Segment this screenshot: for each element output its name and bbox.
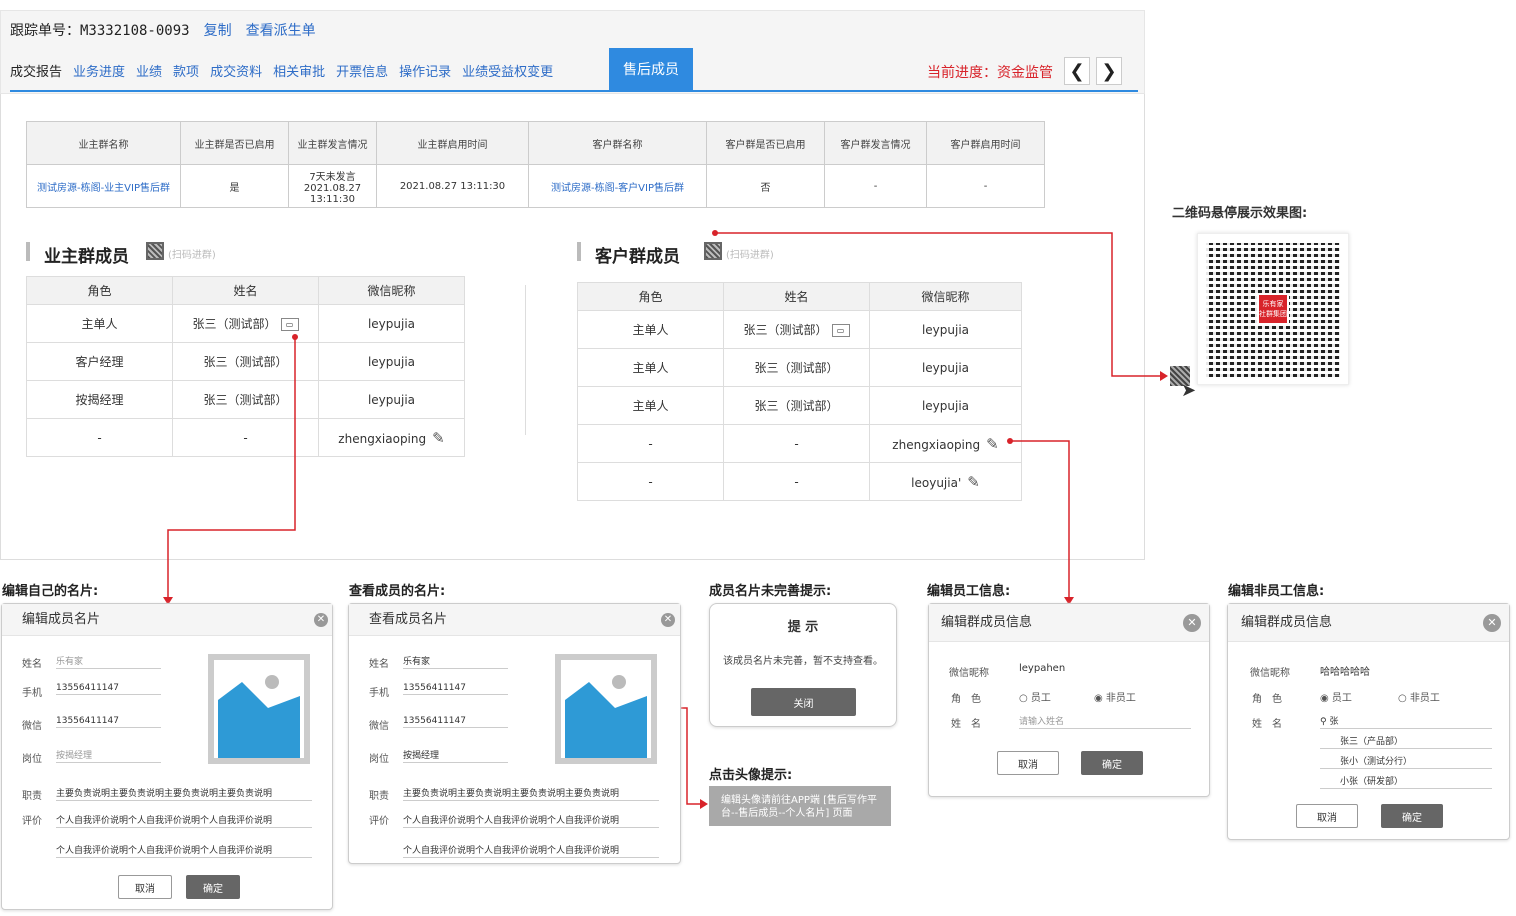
wechat-nick-value: 哈哈哈哈哈 <box>1320 667 1370 678</box>
dialog-title: 编辑群成员信息 <box>1228 604 1509 642</box>
arrow-head <box>700 799 708 809</box>
edit-nonstaff-dialog: 编辑群成员信息 ✕ 微信昵称 哈哈哈哈哈 角 色 ◉ 员工 ○ 非员工 姓 名 … <box>1227 603 1510 840</box>
radio-nonstaff-label: 非员工 <box>1105 693 1136 704</box>
eval-field-line2[interactable]: 个人自我评价说明个人自我评价说明个人自我评价说明 <box>56 843 312 858</box>
edit-card-dialog: 编辑成员名片 ✕ 姓名 乐有家 手机 13556411147 微信 135564… <box>1 603 333 910</box>
cancel-button[interactable]: 取消 <box>118 875 172 899</box>
name-search-input[interactable]: ⚲ 张 <box>1320 714 1492 729</box>
caption-view-member: 查看成员的名片: <box>349 584 446 599</box>
duty-field[interactable]: 主要负责说明主要负责说明主要负责说明主要负责说明 <box>56 786 312 801</box>
confirm-button[interactable]: 确定 <box>1381 804 1443 828</box>
arrow-dot <box>292 334 298 340</box>
edit-staff-dialog: 编辑群成员信息 ✕ 微信昵称 leypahen 角 色 ○ 员工 ◉ 非员工 姓… <box>928 603 1210 797</box>
duty-value: 主要负责说明主要负责说明主要负责说明主要负责说明 <box>403 786 659 801</box>
arrow-edit-own <box>167 337 296 598</box>
position-value: 按揭经理 <box>403 748 508 763</box>
name-input[interactable]: 请输入姓名 <box>1019 714 1191 729</box>
arrow-dot <box>1007 438 1013 444</box>
radio-staff[interactable]: ○ 员工 <box>1019 689 1051 704</box>
radio-staff-label: 员工 <box>1030 693 1051 704</box>
radio-staff[interactable]: ◉ 员工 <box>1320 689 1352 704</box>
prompt-title: 提 示 <box>787 620 819 635</box>
caption-edit-own: 编辑自己的名片: <box>2 584 99 599</box>
wechat-value: 13556411147 <box>403 716 508 728</box>
arrow-edit-staff <box>1010 440 1070 598</box>
radio-nonstaff[interactable]: ○ 非员工 <box>1398 689 1440 704</box>
arrow-head <box>1160 371 1168 381</box>
close-icon[interactable]: ✕ <box>314 613 328 627</box>
prompt-message: 该成员名片未完善，暂不支持查看。 <box>723 656 883 667</box>
position-field[interactable]: 按揭经理 <box>56 748 161 763</box>
avatar-image[interactable] <box>208 654 310 764</box>
position-label: 岗位 <box>369 754 389 765</box>
wechat-field[interactable]: 13556411147 <box>56 716 161 728</box>
search-query: 张 <box>1329 717 1339 727</box>
close-icon[interactable]: ✕ <box>1183 614 1201 632</box>
avatar-image[interactable] <box>555 654 657 764</box>
view-card-dialog: 查看成员名片 ✕ 姓名 乐有家 手机 13556411147 微信 135564… <box>348 603 681 864</box>
arrow-dot <box>712 230 718 236</box>
search-icon: ⚲ <box>1320 717 1327 727</box>
dialog-title: 编辑群成员信息 <box>929 604 1209 642</box>
radio-nonstaff[interactable]: ◉ 非员工 <box>1094 689 1136 704</box>
caption-edit-staff: 编辑员工信息: <box>927 584 1011 599</box>
duty-label: 职责 <box>369 791 389 802</box>
caption-edit-nonstaff: 编辑非员工信息: <box>1228 584 1325 599</box>
phone-value: 13556411147 <box>403 683 508 695</box>
wechat-label: 微信 <box>22 721 42 732</box>
eval-label: 评价 <box>369 816 389 827</box>
name-value: 乐有家 <box>403 654 508 669</box>
suggestion-item[interactable]: 小张（研发部） <box>1320 774 1492 789</box>
phone-label: 手机 <box>22 688 42 699</box>
name-label: 姓名 <box>22 659 42 670</box>
role-label: 角 色 <box>951 694 981 705</box>
cancel-button[interactable]: 取消 <box>1296 804 1358 828</box>
radio-staff-label: 员工 <box>1331 693 1352 704</box>
close-icon[interactable]: ✕ <box>1483 614 1501 632</box>
incomplete-prompt-dialog: 提 示 该成员名片未完善，暂不支持查看。 关闭 <box>709 603 897 727</box>
caption-incomplete: 成员名片未完善提示: <box>709 584 832 599</box>
avatar-tooltip: 编辑头像请前往APP端 [售后写作平台--售后成员--个人名片] 页面 <box>709 786 891 826</box>
dialog-title: 查看成员名片 <box>349 604 680 636</box>
phone-field[interactable]: 13556411147 <box>56 683 161 695</box>
name-label: 姓 名 <box>951 719 981 730</box>
confirm-button[interactable]: 确定 <box>1081 751 1143 775</box>
cancel-button[interactable]: 取消 <box>997 751 1059 775</box>
position-label: 岗位 <box>22 754 42 765</box>
eval-value: 个人自我评价说明个人自我评价说明个人自我评价说明 <box>403 813 659 828</box>
eval-label: 评价 <box>22 816 42 827</box>
arrow-qr <box>715 232 1162 377</box>
close-icon[interactable]: ✕ <box>661 613 675 627</box>
name-label: 姓名 <box>369 659 389 670</box>
role-label: 角 色 <box>1252 694 1282 705</box>
wechat-nick-label: 微信昵称 <box>1250 668 1290 679</box>
suggestion-item[interactable]: 张小（测试分行） <box>1320 754 1492 769</box>
wechat-nick-value: leypahen <box>1019 663 1066 674</box>
wechat-nick-label: 微信昵称 <box>949 668 989 679</box>
dialog-title: 编辑成员名片 <box>2 604 332 636</box>
name-label: 姓 名 <box>1252 719 1282 730</box>
caption-avatar: 点击头像提示: <box>709 768 793 783</box>
eval-field[interactable]: 个人自我评价说明个人自我评价说明个人自我评价说明 <box>56 813 312 828</box>
duty-label: 职责 <box>22 791 42 802</box>
confirm-button[interactable]: 确定 <box>186 875 240 899</box>
close-button[interactable]: 关闭 <box>751 688 856 716</box>
name-field[interactable]: 乐有家 <box>56 654 161 669</box>
wechat-label: 微信 <box>369 721 389 732</box>
suggestion-item[interactable]: 张三（产品部） <box>1320 734 1492 749</box>
eval-value-line2: 个人自我评价说明个人自我评价说明个人自我评价说明 <box>403 843 659 858</box>
phone-label: 手机 <box>369 688 389 699</box>
radio-nonstaff-label: 非员工 <box>1409 693 1440 704</box>
